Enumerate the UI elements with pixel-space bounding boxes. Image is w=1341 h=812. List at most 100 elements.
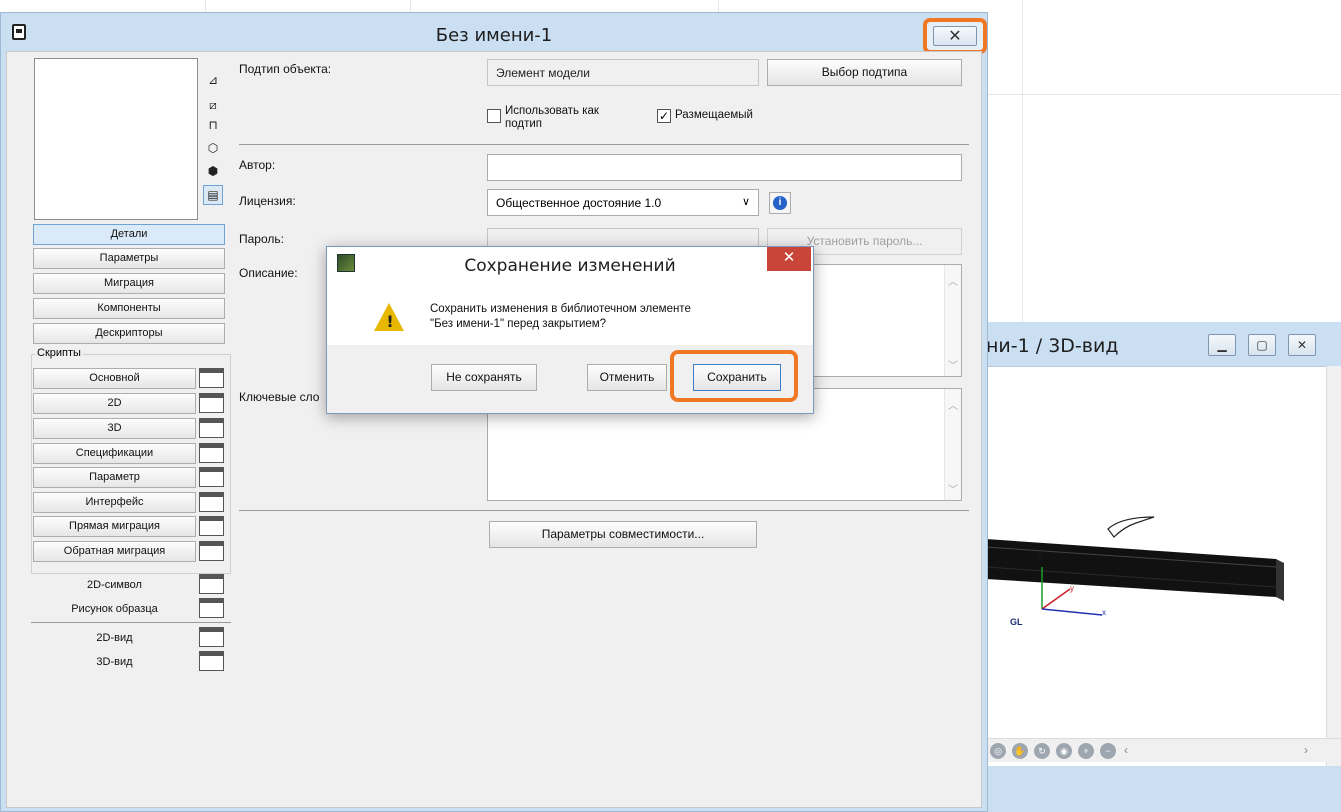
tab-parameters[interactable]: Параметры xyxy=(33,248,225,269)
window-title: Без имени-1 xyxy=(435,25,553,46)
license-value: Общественное достояние 1.0 xyxy=(496,196,662,210)
zoom-icon[interactable]: ◎ xyxy=(990,743,1006,759)
side-view-icon[interactable]: ⧄ xyxy=(205,97,221,113)
open-window-icon[interactable] xyxy=(199,368,224,388)
cancel-button[interactable]: Отменить xyxy=(587,364,667,391)
3d-model-canvas: z y x GL xyxy=(985,516,1284,627)
scripts-header: Скрипты xyxy=(35,347,83,359)
zoom-out-icon[interactable]: − xyxy=(1100,743,1116,759)
axis-y-line xyxy=(1041,588,1071,610)
password-label: Пароль: xyxy=(239,232,284,246)
dont-save-button[interactable]: Не сохранять xyxy=(431,364,537,391)
close-3d-button[interactable]: ✕ xyxy=(1288,334,1316,356)
open-window-icon[interactable] xyxy=(199,393,224,413)
model-beam-end xyxy=(1276,559,1284,601)
close-icon: ✕ xyxy=(948,28,962,45)
divider xyxy=(239,510,969,511)
compatibility-options-button[interactable]: Параметры совместимости... xyxy=(489,521,757,548)
open-window-icon[interactable] xyxy=(199,598,224,618)
warning-mark: ! xyxy=(386,312,394,331)
use-as-subtype-checkbox[interactable] xyxy=(487,109,501,123)
use-as-subtype-label-line1: Использовать как xyxy=(505,105,599,117)
author-input[interactable] xyxy=(487,154,962,181)
script-3d-button[interactable]: 3D xyxy=(33,418,196,439)
description-label: Описание: xyxy=(239,266,298,280)
keywords-label: Ключевые сло xyxy=(239,390,320,404)
dialog-message-line1: Сохранить изменения в библиотечном элеме… xyxy=(430,303,691,315)
license-label: Лицензия: xyxy=(239,194,296,208)
scroll-left-icon[interactable]: ‹ xyxy=(1124,743,1128,757)
preview-picture-label: Рисунок образца xyxy=(71,603,158,615)
license-select[interactable]: Общественное достояние 1.0 ∨ xyxy=(487,189,759,216)
close-window-button[interactable]: ✕ xyxy=(923,18,987,54)
open-window-icon[interactable] xyxy=(199,443,224,463)
2d-view-label: 2D-вид xyxy=(96,632,133,644)
dialog-titlebar[interactable]: Сохранение изменений ✕ xyxy=(327,247,813,283)
license-info-button[interactable]: i xyxy=(769,192,791,214)
tab-components[interactable]: Компоненты xyxy=(33,298,225,319)
window-client-area: ⊿ ⧄ ⊓ ⬡ ⬢ ▤ Детали Параметры Миграция Ко… xyxy=(6,51,982,808)
minimize-button[interactable]: ▁ xyxy=(1208,334,1236,356)
script-master-button[interactable]: Основной xyxy=(33,368,196,389)
open-window-icon[interactable] xyxy=(199,467,224,487)
pan-icon[interactable]: ✋ xyxy=(1012,743,1028,759)
use-as-subtype-label: Использовать как подтип xyxy=(505,105,599,131)
plan-view-icon[interactable]: ⊿ xyxy=(205,72,221,88)
close-icon: ✕ xyxy=(1296,338,1308,352)
maximize-icon: ▢ xyxy=(1256,338,1268,352)
open-window-icon[interactable] xyxy=(199,651,224,671)
axis-x-label: x xyxy=(1102,608,1106,617)
window-3d-view[interactable]: ни-1 / 3D-вид ▁ ▢ ✕ z y x GL ◎ ✋ ↻ ◉ + −… xyxy=(985,322,1341,812)
axis-z-label: z xyxy=(1038,552,1042,561)
scroll-right-icon[interactable]: › xyxy=(1304,743,1308,757)
front-view-icon[interactable]: ⊓ xyxy=(205,117,221,133)
open-window-icon[interactable] xyxy=(199,574,224,594)
axis-x-line xyxy=(1041,608,1103,616)
shaded-icon[interactable]: ⬢ xyxy=(205,163,221,179)
3d-view-label: 3D-вид xyxy=(96,656,133,668)
window-titlebar[interactable]: Без имени-1 ✕ xyxy=(1,13,987,54)
chevron-down-icon: ∨ xyxy=(741,196,750,208)
use-as-subtype-label-line2: подтип xyxy=(505,118,542,130)
3d-viewport[interactable]: z y x GL xyxy=(985,366,1326,766)
info-icon: i xyxy=(773,196,787,210)
save-button-highlight xyxy=(670,350,798,402)
vertical-scrollbar[interactable]: ︿ ﹀ xyxy=(944,389,961,500)
subtype-field: Элемент модели xyxy=(487,59,759,86)
open-window-icon[interactable] xyxy=(199,516,224,536)
subtype-label: Подтип объекта: xyxy=(239,62,332,76)
select-subtype-button[interactable]: Выбор подтипа xyxy=(767,59,962,86)
script-forward-migration-button[interactable]: Прямая миграция xyxy=(33,516,196,537)
vertical-scrollbar[interactable] xyxy=(1326,366,1341,766)
script-interface-button[interactable]: Интерфейс xyxy=(33,492,196,513)
model-curve-shape xyxy=(1107,516,1155,538)
vertical-scrollbar[interactable]: ︿ ﹀ xyxy=(944,265,961,376)
zoom-in-icon[interactable]: + xyxy=(1078,743,1094,759)
tab-descriptors[interactable]: Дескрипторы xyxy=(33,323,225,344)
tab-migration[interactable]: Миграция xyxy=(33,273,225,294)
placeable-checkbox[interactable]: ✓ xyxy=(657,109,671,123)
preview-box xyxy=(34,58,198,220)
orbit-icon[interactable]: ↻ xyxy=(1034,743,1050,759)
fit-icon[interactable]: ◉ xyxy=(1056,743,1072,759)
open-window-icon[interactable] xyxy=(199,492,224,512)
window-3d-title: ни-1 / 3D-вид xyxy=(986,335,1119,357)
divider xyxy=(239,144,969,145)
dialog-message-line2: "Без имени-1" перед закрытием? xyxy=(430,318,607,330)
close-icon: ✕ xyxy=(782,249,796,266)
film-icon[interactable]: ▤ xyxy=(203,185,223,205)
script-properties-button[interactable]: Спецификации xyxy=(33,443,196,464)
script-backward-migration-button[interactable]: Обратная миграция xyxy=(33,541,196,562)
open-window-icon[interactable] xyxy=(199,627,224,647)
3d-navigation-bar: ◎ ✋ ↻ ◉ + − ‹ › xyxy=(986,738,1341,762)
divider xyxy=(31,622,231,623)
open-window-icon[interactable] xyxy=(199,418,224,438)
minimize-icon: ▁ xyxy=(1217,338,1227,352)
dialog-close-button[interactable]: ✕ xyxy=(767,247,811,271)
open-window-icon[interactable] xyxy=(199,541,224,561)
wireframe-icon[interactable]: ⬡ xyxy=(205,140,221,156)
script-2d-button[interactable]: 2D xyxy=(33,393,196,414)
tab-details[interactable]: Детали xyxy=(33,224,225,245)
maximize-button[interactable]: ▢ xyxy=(1248,334,1276,356)
script-parameter-button[interactable]: Параметр xyxy=(33,467,196,488)
